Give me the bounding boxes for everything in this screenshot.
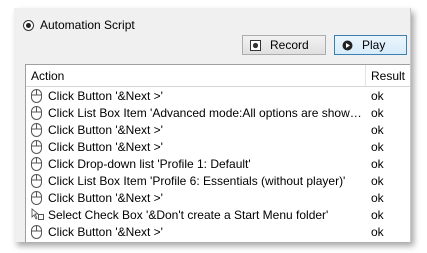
- play-button[interactable]: Play: [334, 35, 407, 55]
- action-text: Click Drop-down list 'Profile 1: Default…: [48, 156, 251, 171]
- table-row[interactable]: Click Button '&Next >' ok: [26, 138, 410, 155]
- action-text: Select Check Box '&Don't create a Start …: [48, 207, 329, 222]
- action-text: Click Button '&Next >': [48, 139, 163, 154]
- action-cell: Click Drop-down list 'Profile 1: Default…: [26, 156, 366, 171]
- result-cell: ok: [371, 122, 384, 137]
- mouse-icon: [31, 190, 44, 205]
- checkbox-cursor-icon: [31, 207, 44, 222]
- table-row[interactable]: Click Button '&Next >' ok: [26, 223, 410, 240]
- action-list[interactable]: Action Result Click Button '&Next >' ok Cl…: [25, 64, 410, 242]
- mouse-icon: [31, 122, 44, 137]
- automation-script-radio[interactable]: [23, 19, 34, 31]
- action-cell: Click Button '&Next >': [26, 122, 366, 137]
- action-cell: Click List Box Item 'Profile 6: Essentia…: [26, 173, 366, 188]
- action-cell: Click Button '&Next >': [26, 139, 366, 154]
- mouse-icon: [31, 156, 44, 171]
- record-icon: [250, 39, 261, 51]
- table-row[interactable]: Click Button '&Next >' ok: [26, 87, 410, 104]
- table-row[interactable]: Click Button '&Next >' ok: [26, 121, 410, 138]
- result-cell: ok: [371, 190, 384, 205]
- mouse-icon: [31, 173, 44, 188]
- action-cell: Click Button '&Next >': [26, 224, 366, 239]
- result-cell: ok: [371, 88, 384, 103]
- result-cell: ok: [371, 156, 384, 171]
- mouse-icon: [31, 105, 44, 120]
- table-row[interactable]: Select Check Box '&Don't create a Start …: [26, 206, 410, 223]
- action-text: Click Button '&Next >': [48, 88, 163, 103]
- table-row[interactable]: Click Button '&Next >' ok: [26, 189, 410, 206]
- play-label: Play: [362, 38, 386, 52]
- result-cell: ok: [371, 139, 384, 154]
- automation-panel: Automation Script Record Play Action Res…: [14, 8, 411, 242]
- table-row[interactable]: Click List Box Item 'Advanced mode:All o…: [26, 104, 410, 121]
- record-button[interactable]: Record: [242, 35, 326, 55]
- list-header: Action Result: [26, 65, 410, 87]
- action-cell: Click Button '&Next >': [26, 190, 366, 205]
- automation-script-option[interactable]: Automation Script: [23, 18, 135, 32]
- radio-selected-dot: [26, 22, 31, 28]
- action-text: Click Button '&Next >': [48, 190, 163, 205]
- result-cell: ok: [371, 224, 384, 239]
- automation-script-label: Automation Script: [40, 18, 135, 32]
- table-row[interactable]: Click List Box Item 'Profile 6: Essentia…: [26, 172, 410, 189]
- list-rows: Click Button '&Next >' ok Click List Box I…: [26, 87, 410, 240]
- result-cell: ok: [371, 207, 384, 222]
- action-cell: Click Button '&Next >': [26, 88, 366, 103]
- action-cell: Select Check Box '&Don't create a Start …: [26, 207, 366, 222]
- column-header-action[interactable]: Action: [26, 65, 366, 86]
- result-cell: ok: [371, 105, 384, 120]
- action-text: Click List Box Item 'Advanced mode:All o…: [48, 105, 366, 120]
- mouse-icon: [31, 139, 44, 154]
- record-label: Record: [270, 38, 309, 52]
- action-text: Click Button '&Next >': [48, 224, 163, 239]
- mouse-icon: [31, 88, 44, 103]
- action-cell: Click List Box Item 'Advanced mode:All o…: [26, 105, 366, 120]
- play-icon: [342, 40, 353, 51]
- action-text: Click List Box Item 'Profile 6: Essentia…: [48, 173, 346, 188]
- result-cell: ok: [371, 173, 384, 188]
- column-header-result[interactable]: Result: [366, 69, 405, 83]
- mouse-icon: [31, 224, 44, 239]
- action-text: Click Button '&Next >': [48, 122, 163, 137]
- table-row[interactable]: Click Drop-down list 'Profile 1: Default…: [26, 155, 410, 172]
